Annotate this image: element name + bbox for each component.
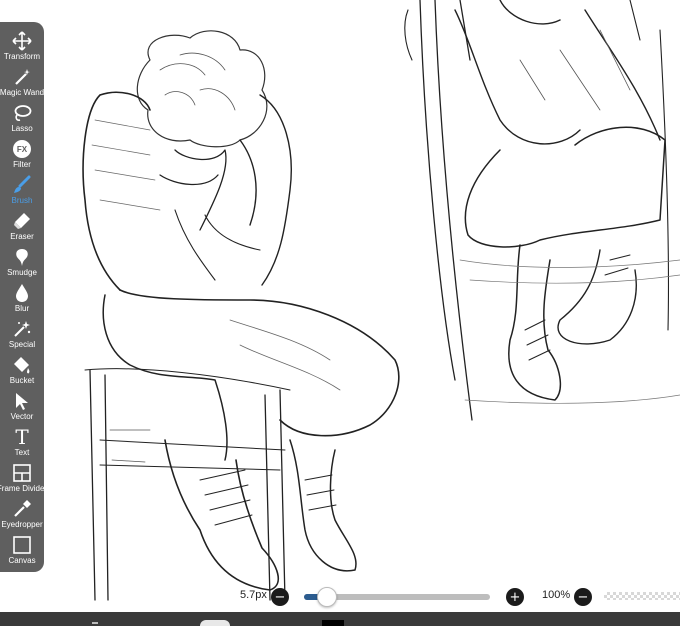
vector-icon: [11, 390, 33, 412]
filter-icon: FX: [11, 138, 33, 160]
menu-icon[interactable]: [92, 622, 98, 624]
bucket-icon: [11, 354, 33, 376]
tool-palette: Transform Magic Wand Lasso FX Filter Bru…: [0, 22, 48, 572]
tool-label: Bucket: [9, 376, 35, 385]
brush-preview-icon[interactable]: [322, 620, 344, 626]
drawing-canvas[interactable]: [0, 0, 680, 612]
tool-bucket[interactable]: Bucket: [0, 354, 44, 390]
tool-label: Filter: [13, 160, 31, 169]
opacity-decrease-button[interactable]: −: [574, 588, 592, 606]
eyedropper-icon: [11, 498, 33, 520]
tool-brush[interactable]: Brush: [0, 174, 44, 210]
minus-icon: −: [577, 589, 589, 605]
canvas-icon: [11, 534, 33, 556]
tool-blur[interactable]: Blur: [0, 282, 44, 318]
transform-icon: [11, 30, 33, 52]
tool-label: Lasso: [11, 124, 33, 133]
plus-icon: +: [509, 589, 521, 605]
tool-text[interactable]: T Text: [0, 426, 44, 462]
minus-icon: −: [274, 589, 286, 605]
brush-icon: [11, 174, 33, 196]
tool-label: Magic Wand: [0, 88, 45, 97]
blur-icon: [11, 282, 33, 304]
frame-divider-icon: [11, 462, 33, 484]
tool-label: Special: [8, 340, 36, 349]
sketch-artwork: [82, 0, 680, 601]
magic-wand-icon: [11, 66, 33, 88]
tool-eraser[interactable]: Eraser: [0, 210, 44, 246]
tool-label: Canvas: [8, 556, 36, 565]
text-icon: T: [15, 425, 29, 449]
special-icon: [11, 318, 33, 340]
opacity-slider[interactable]: [604, 592, 680, 600]
brush-size-decrease-button[interactable]: −: [271, 588, 289, 606]
bottom-menu-bar: [0, 612, 680, 626]
tool-lasso[interactable]: Lasso: [0, 102, 44, 138]
tool-magic-wand[interactable]: Magic Wand: [0, 66, 44, 102]
tool-label: Vector: [10, 412, 34, 421]
tool-filter[interactable]: FX Filter: [0, 138, 44, 174]
brush-size-increase-button[interactable]: +: [506, 588, 524, 606]
lasso-icon: [11, 102, 33, 124]
tool-special[interactable]: Special: [0, 318, 44, 354]
tool-label: Text: [14, 448, 30, 457]
opacity-value: 100%: [542, 589, 571, 601]
smudge-icon: [11, 246, 33, 268]
tool-smudge[interactable]: Smudge: [0, 246, 44, 282]
tool-frame-divider[interactable]: Frame Divider: [0, 462, 48, 498]
tool-vector[interactable]: Vector: [0, 390, 44, 426]
tool-label: Smudge: [7, 268, 37, 277]
tool-label: Frame Divider: [0, 484, 48, 493]
tool-label: Brush: [11, 196, 33, 205]
brush-size-value: 5.7px: [240, 589, 267, 601]
tool-label: Transform: [3, 52, 41, 61]
color-swatch-icon[interactable]: [200, 620, 230, 626]
tool-label: Blur: [14, 304, 30, 313]
eraser-icon: [11, 210, 33, 232]
tool-eyedropper[interactable]: Eyedropper: [0, 498, 44, 534]
tool-canvas[interactable]: Canvas: [0, 534, 44, 570]
tool-label: Eyedropper: [1, 520, 43, 529]
tool-transform[interactable]: Transform: [0, 30, 44, 66]
tool-label: Eraser: [10, 232, 34, 241]
